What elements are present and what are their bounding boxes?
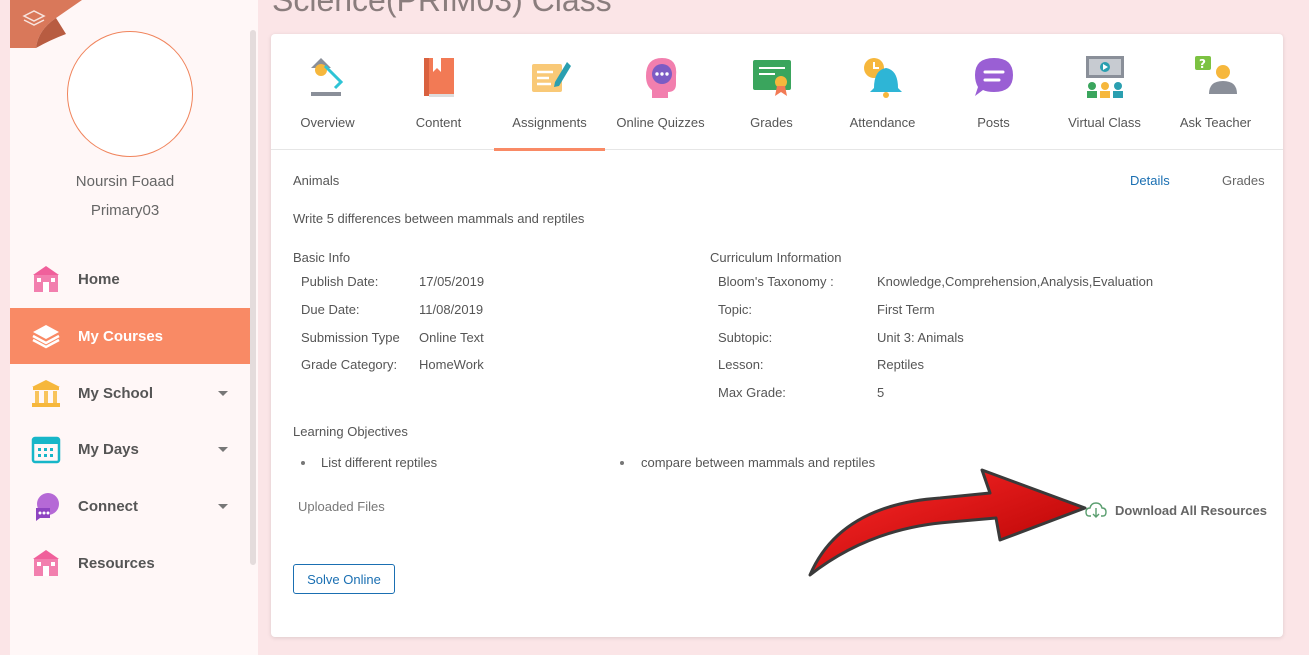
download-all-resources-button[interactable]: Download All Resources [1085, 500, 1267, 520]
info-label: Submission Type [301, 330, 400, 345]
assignment-description: Write 5 differences between mammals and … [293, 211, 585, 226]
objectives-heading: Learning Objectives [293, 424, 408, 439]
sidebar-item-home[interactable]: Home [10, 251, 250, 307]
info-label: Publish Date: [301, 274, 379, 289]
tab-label: Assignments [512, 115, 587, 130]
page-title: Science(PRIM03) Class [272, 0, 612, 18]
curriculum-label: Lesson: [718, 357, 764, 372]
tab-label: Online Quizzes [616, 115, 705, 130]
book-icon [424, 58, 454, 97]
chevron-down-icon[interactable] [218, 390, 228, 396]
solve-online-button[interactable]: Solve Online [293, 564, 395, 594]
tab-label: Posts [977, 115, 1010, 130]
resources-building-icon [33, 550, 59, 576]
curriculum-label: Bloom's Taxonomy : [718, 274, 834, 289]
assignment-card: Overview Content Assignments Online Quiz… [271, 34, 1283, 637]
sidebar-item-label: My Courses [78, 327, 164, 345]
curriculum-heading: Curriculum Information [710, 250, 842, 265]
course-tabs: Overview Content Assignments Online Quiz… [271, 34, 1283, 151]
curriculum-value: Unit 3: Animals [877, 330, 964, 345]
bullet-icon [301, 461, 305, 465]
tab-label: Content [415, 115, 462, 130]
chat-connect-icon [36, 493, 59, 521]
sidebar-item-label: Connect [78, 497, 138, 515]
presentation-board-icon [1086, 56, 1124, 98]
tab-assignments[interactable]: Assignments [494, 34, 605, 151]
curriculum-value: Reptiles [877, 357, 924, 372]
annotation-arrow-icon [808, 468, 1087, 577]
brand-corner-icon [10, 0, 82, 48]
tab-online-quizzes[interactable]: Online Quizzes [605, 34, 716, 150]
basic-info-heading: Basic Info [293, 250, 351, 265]
info-value: 17/05/2019 [419, 274, 485, 289]
tab-label: Virtual Class [1068, 115, 1141, 130]
question-person-icon: ? [1195, 56, 1237, 94]
sidebar-item-label: My School [78, 384, 154, 402]
info-label: Due Date: [301, 302, 360, 317]
chevron-down-icon[interactable] [218, 446, 228, 452]
info-label: Grade Category: [301, 357, 398, 372]
svg-text:?: ? [1199, 57, 1206, 71]
speech-bubble-icon [975, 58, 1013, 96]
download-label: Download All Resources [1115, 502, 1267, 518]
certificate-icon [753, 60, 791, 96]
tab-virtual-class[interactable]: Virtual Class [1049, 34, 1160, 150]
assignment-pen-icon [532, 62, 571, 92]
tab-label: Ask Teacher [1179, 115, 1252, 130]
user-grade: Primary03 [90, 202, 160, 219]
details-link[interactable]: Details [1130, 173, 1170, 188]
uploaded-files-label: Uploaded Files [298, 499, 385, 514]
tab-content[interactable]: Content [383, 34, 494, 150]
bullet-icon [620, 461, 624, 465]
tab-posts[interactable]: Posts [938, 34, 1049, 150]
sidebar-item-label: Home [78, 270, 120, 288]
tab-grades[interactable]: Grades [716, 34, 827, 150]
sidebar-item-label: My Days [78, 440, 139, 458]
school-building-icon [33, 266, 59, 292]
sidebar-item-label: Resources [78, 554, 155, 572]
tab-attendance[interactable]: Attendance [827, 34, 938, 150]
avatar[interactable] [67, 31, 193, 157]
curriculum-value: 5 [877, 385, 885, 400]
curriculum-label: Subtopic: [718, 330, 773, 345]
info-value: 11/08/2019 [419, 302, 484, 317]
assignment-title: Animals [293, 173, 340, 188]
grades-link[interactable]: Grades [1222, 173, 1265, 188]
bell-clock-icon [864, 58, 902, 98]
stacked-layers-icon [32, 325, 60, 349]
institution-columns-icon [32, 380, 60, 407]
sidebar-item-my-days[interactable]: My Days [10, 421, 250, 477]
chevron-down-icon[interactable] [218, 503, 228, 509]
tab-label: Attendance [849, 115, 916, 130]
sidebar-item-connect[interactable]: Connect [10, 478, 250, 534]
calendar-icon [31, 436, 61, 464]
info-value: Online Text [419, 330, 484, 345]
user-name: Noursin Foaad [75, 173, 175, 190]
curriculum-label: Topic: [718, 302, 752, 317]
tab-overview[interactable]: Overview [272, 34, 383, 150]
objective-item: List different reptiles [321, 455, 438, 470]
sidebar-item-resources[interactable]: Resources [10, 535, 250, 591]
sidebar-item-my-courses[interactable]: My Courses [10, 308, 250, 364]
tab-ask-teacher[interactable]: ? Ask Teacher [1160, 34, 1271, 150]
curriculum-value: First Term [877, 302, 935, 317]
curriculum-value: Knowledge,Comprehension,Analysis,Evaluat… [877, 274, 1154, 289]
info-value: HomeWork [419, 357, 484, 372]
sidebar-item-my-school[interactable]: My School [10, 365, 250, 421]
head-chat-icon [646, 58, 677, 98]
tab-label: Grades [750, 115, 793, 130]
sidebar-scrollbar[interactable] [250, 30, 256, 565]
tab-label: Overview [300, 115, 355, 130]
curriculum-label: Max Grade: [718, 385, 786, 400]
desk-lamp-icon [311, 58, 344, 96]
